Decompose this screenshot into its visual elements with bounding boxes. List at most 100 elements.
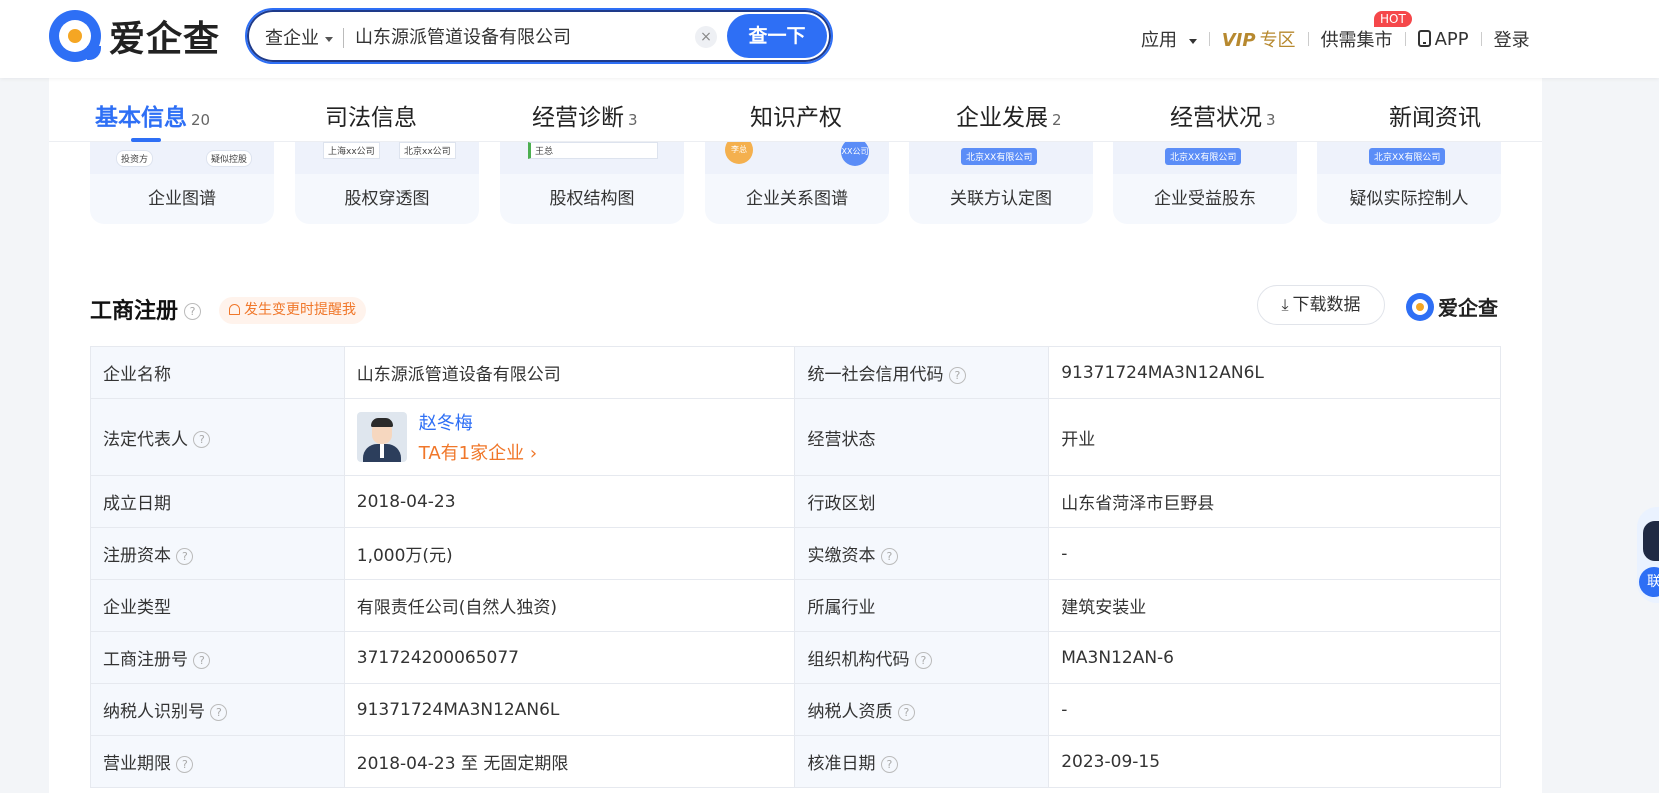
- tab-business-diagnosis[interactable]: 经营诊断 3: [532, 98, 638, 132]
- card-beneficial-shareholders[interactable]: 北京XX有限公司 企业受益股东: [1113, 142, 1297, 224]
- field-value: -: [1048, 683, 1501, 736]
- card-thumbnail: 王总: [500, 142, 684, 174]
- field-label: 纳税人资质 ?: [794, 683, 1050, 736]
- table-row: 纳税人识别号 ? 91371724MA3N12AN6L 纳税人资质 ? -: [90, 683, 1501, 736]
- field-label: 组织机构代码 ?: [794, 631, 1050, 684]
- nav-apps-label: 应用: [1141, 30, 1177, 51]
- tab-intellectual-property[interactable]: 知识产权: [750, 98, 842, 132]
- help-icon[interactable]: ?: [176, 755, 194, 773]
- card-thumbnail: 北京XX有限公司: [909, 142, 1093, 174]
- graph-cards: 投资方 疑似控股 企业图谱 上海xx公司 北京xx公司 股权穿透图 王总 股权结…: [49, 142, 1542, 232]
- brand-watermark: 爱企查: [1406, 292, 1498, 321]
- tab-label: 经营状况: [1170, 105, 1262, 131]
- related-companies-label: TA有1家企业: [418, 443, 525, 464]
- card-related-party[interactable]: 北京XX有限公司 关联方认定图: [909, 142, 1093, 224]
- help-icon[interactable]: ?: [184, 303, 202, 320]
- field-label: 注册资本 ?: [90, 527, 345, 580]
- table-row: 营业期限 ? 2018-04-23 至 无固定期限 核准日期 ? 2023-09…: [90, 735, 1501, 788]
- card-actual-controller[interactable]: 北京XX有限公司 疑似实际控制人: [1317, 142, 1501, 224]
- contact-widget[interactable]: 联: [1637, 507, 1659, 603]
- tab-count: 3: [1266, 111, 1276, 129]
- help-icon[interactable]: ?: [897, 703, 915, 721]
- nav-supply-market[interactable]: 供需集市: [1321, 26, 1393, 52]
- legal-representative-link[interactable]: 赵冬梅: [419, 409, 537, 435]
- field-label: 经营状态: [794, 398, 1050, 476]
- search-type-dropdown[interactable]: 查企业: [265, 24, 333, 50]
- help-icon[interactable]: ?: [948, 366, 966, 384]
- nav-divider: [1307, 32, 1309, 46]
- nav-apps[interactable]: 应用: [1141, 26, 1197, 52]
- active-tab-indicator: [131, 138, 161, 142]
- change-reminder-label: 发生变更时提醒我: [244, 302, 356, 318]
- field-label-text: 注册资本: [103, 546, 171, 566]
- change-reminder-button[interactable]: 发生变更时提醒我: [219, 297, 366, 324]
- card-thumbnail: 投资方 疑似控股: [90, 142, 274, 174]
- field-label: 实缴资本 ?: [794, 527, 1050, 580]
- nav-app-label: APP: [1434, 28, 1469, 50]
- field-value: 开业: [1048, 398, 1501, 476]
- field-label: 纳税人识别号 ?: [90, 683, 345, 736]
- table-row: 企业类型 有限责任公司(自然人独资) 所属行业 建筑安装业: [90, 579, 1501, 632]
- help-icon[interactable]: ?: [193, 651, 211, 669]
- card-thumbnail: 上海xx公司 北京xx公司: [295, 142, 479, 174]
- tab-basic-info[interactable]: 基本信息 20: [95, 98, 210, 132]
- search-divider: [343, 28, 344, 48]
- help-icon[interactable]: ?: [176, 547, 194, 565]
- nav-divider: [1208, 32, 1210, 46]
- card-enterprise-graph[interactable]: 投资方 疑似控股 企业图谱: [90, 142, 274, 224]
- field-label-text: 营业期限: [103, 754, 171, 774]
- field-value: 建筑安装业: [1048, 579, 1501, 632]
- contact-badge: 联: [1639, 567, 1659, 597]
- nav-vip[interactable]: VIP 专区: [1222, 26, 1296, 52]
- download-icon: ⤓: [1281, 295, 1289, 314]
- thumb-text: 北京xx公司: [399, 142, 456, 159]
- section-title-text: 工商注册: [90, 299, 179, 324]
- card-equity-penetration[interactable]: 上海xx公司 北京xx公司 股权穿透图: [295, 142, 479, 224]
- tab-label: 企业发展: [956, 105, 1048, 131]
- tab-count: 20: [191, 111, 211, 129]
- help-icon[interactable]: ?: [914, 651, 932, 669]
- tab-operating-status[interactable]: 经营状况 3: [1170, 98, 1276, 132]
- clear-icon[interactable]: ×: [695, 26, 717, 48]
- help-icon[interactable]: ?: [210, 703, 228, 721]
- search-button[interactable]: 查一下: [727, 14, 827, 58]
- agent-avatar-icon: [1643, 521, 1659, 561]
- search-input[interactable]: [355, 22, 695, 50]
- section-tabs: 基本信息 20 司法信息 经营诊断 3 知识产权 企业发展 2 经营状况 3 新闻资讯: [49, 78, 1542, 142]
- field-value: 山东源派管道设备有限公司: [343, 346, 796, 399]
- avatar[interactable]: [356, 412, 407, 462]
- help-icon[interactable]: ?: [193, 431, 211, 448]
- download-data-button[interactable]: ⤓ 下载数据: [1257, 285, 1385, 325]
- nav-login[interactable]: 登录: [1494, 26, 1530, 52]
- card-label: 股权穿透图: [344, 189, 430, 209]
- help-icon[interactable]: ?: [880, 755, 898, 773]
- phone-icon: [1417, 29, 1431, 47]
- vip-label: VIP: [1221, 30, 1256, 51]
- field-label: 成立日期: [90, 475, 345, 528]
- tab-news[interactable]: 新闻资讯: [1389, 98, 1481, 132]
- field-label: 企业名称: [90, 346, 345, 399]
- thumb-text: XX公司: [841, 142, 869, 166]
- card-equity-structure[interactable]: 王总 股权结构图: [500, 142, 684, 224]
- card-relationship-graph[interactable]: 李总 XX公司 企业关系图谱: [705, 142, 889, 224]
- card-label: 企业图谱: [148, 189, 216, 209]
- field-label-text: 纳税人资质: [807, 702, 893, 722]
- table-row: 法定代表人 ? 赵冬梅 TA有1家企业 › 经营状态 开业: [90, 398, 1501, 476]
- card-thumbnail: 李总 XX公司: [705, 142, 889, 174]
- tab-enterprise-development[interactable]: 企业发展 2: [956, 98, 1062, 132]
- logo-text: 爱企查: [109, 19, 221, 60]
- table-row: 企业名称 山东源派管道设备有限公司 统一社会信用代码 ? 91371724MA3…: [90, 346, 1501, 399]
- site-logo[interactable]: 爱企查: [49, 10, 220, 62]
- related-companies-link[interactable]: TA有1家企业 ›: [419, 439, 537, 465]
- thumb-text: 疑似控股: [206, 150, 253, 167]
- field-label-text: 统一社会信用代码: [807, 365, 944, 385]
- tab-count: 3: [628, 111, 638, 129]
- tab-judicial-info[interactable]: 司法信息: [325, 98, 417, 132]
- card-thumbnail: 北京XX有限公司: [1113, 142, 1297, 174]
- help-icon[interactable]: ?: [880, 547, 898, 565]
- card-label: 企业受益股东: [1154, 189, 1256, 209]
- tab-label: 司法信息: [325, 105, 417, 131]
- nav-app[interactable]: APP: [1417, 28, 1469, 50]
- search-bar: 查企业 × 查一下: [245, 8, 833, 64]
- download-label: 下载数据: [1292, 295, 1361, 315]
